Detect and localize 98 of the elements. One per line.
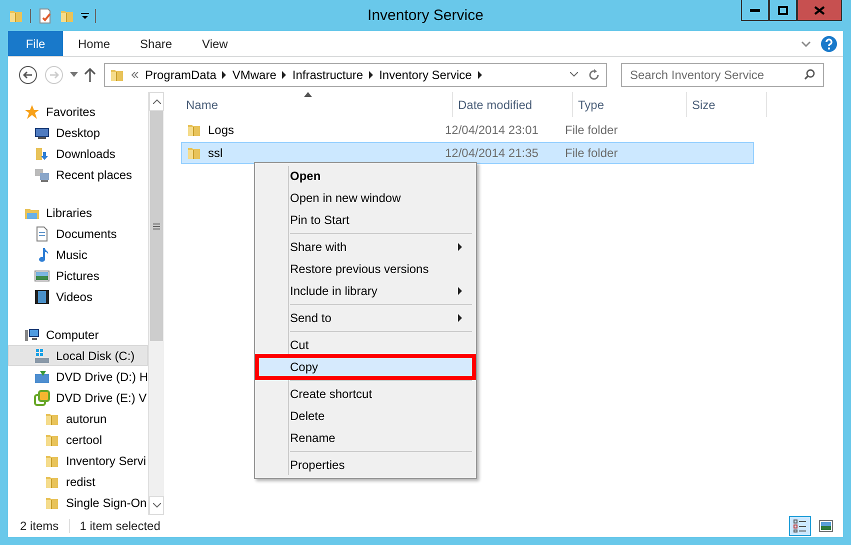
- menu-item[interactable]: Properties: [257, 454, 474, 476]
- menu-item[interactable]: Copy: [257, 356, 474, 378]
- nav-item[interactable]: DVD Drive (D:) H: [8, 366, 148, 387]
- properties-icon[interactable]: [37, 8, 53, 24]
- ribbon-tab[interactable]: Home: [63, 31, 126, 56]
- folder-icon: [186, 122, 202, 138]
- close-button[interactable]: [797, 0, 842, 21]
- column-header[interactable]: Date modified: [453, 92, 573, 117]
- breadcrumb[interactable]: Inventory Service: [379, 68, 472, 82]
- file-name: Logs: [208, 123, 234, 137]
- minimize-icon: [750, 8, 760, 12]
- document-icon: [34, 226, 50, 242]
- maximize-button[interactable]: [769, 0, 797, 21]
- search-icon: [804, 68, 815, 80]
- menu-item[interactable]: Open in new window: [257, 187, 474, 209]
- menu-item[interactable]: Send to: [257, 307, 474, 329]
- menu-item[interactable]: Create shortcut: [257, 383, 474, 405]
- breadcrumb[interactable]: VMware: [232, 68, 276, 82]
- menu-item[interactable]: Open: [257, 165, 474, 187]
- column-header[interactable]: Size: [687, 92, 767, 117]
- nav-item[interactable]: certool: [8, 429, 148, 450]
- folder-icon: [186, 145, 202, 161]
- recent-places-icon: [34, 166, 50, 182]
- menu-item[interactable]: Share with: [257, 236, 474, 258]
- nav-item[interactable]: Desktop: [8, 122, 148, 143]
- scroll-down-button[interactable]: [149, 496, 164, 515]
- breadcrumb[interactable]: Infrastructure: [292, 68, 364, 82]
- overflow-icon: [131, 72, 139, 78]
- nav-item[interactable]: Inventory Servi: [8, 450, 148, 471]
- file-row[interactable]: Logs 12/04/2014 23:01 File folder: [181, 119, 754, 141]
- drive-icon: [34, 348, 50, 364]
- picture-icon: [34, 268, 50, 284]
- nav-item[interactable]: Local Disk (C:): [8, 345, 148, 366]
- film-icon: [34, 288, 50, 304]
- help-icon[interactable]: [821, 36, 837, 52]
- nav-item[interactable]: Favorites: [8, 101, 148, 122]
- sort-arrow-icon: [304, 92, 312, 97]
- grip-icon: [153, 222, 160, 230]
- menu-item[interactable]: Cut: [257, 334, 474, 356]
- file-type: File folder: [564, 123, 619, 137]
- scrollbar-thumb[interactable]: [150, 111, 163, 341]
- maximize-icon: [778, 6, 788, 14]
- nav-item[interactable]: Recent places: [8, 164, 148, 185]
- close-icon: [814, 6, 825, 14]
- date-modified: 12/04/2014 21:35: [444, 146, 540, 160]
- menu-item[interactable]: Pin to Start: [257, 209, 474, 231]
- dropdown-icon[interactable]: [570, 72, 578, 77]
- nav-item[interactable]: Single Sign-On: [8, 492, 148, 513]
- selection-count: 1 item selected: [80, 519, 160, 533]
- ribbon-tab[interactable]: Share: [125, 31, 188, 56]
- computer-icon: [24, 326, 40, 342]
- details-view-button[interactable]: [789, 516, 811, 536]
- file-menu-tab[interactable]: File: [8, 31, 63, 56]
- submenu-arrow-icon: [458, 314, 462, 322]
- submenu-arrow-icon: [458, 243, 462, 251]
- up-caret-icon: [152, 99, 160, 104]
- menu-item[interactable]: Restore previous versions: [257, 258, 474, 280]
- nav-item[interactable]: Videos: [8, 286, 148, 307]
- ribbon-tab[interactable]: View: [187, 31, 243, 56]
- breadcrumb-arrow-icon[interactable]: [282, 70, 286, 78]
- submenu-arrow-icon: [458, 287, 462, 295]
- nav-item[interactable]: DVD Drive (E:) V: [8, 387, 148, 408]
- menu-item[interactable]: Delete: [257, 405, 474, 427]
- item-count: 2 items: [20, 519, 59, 533]
- file-type: File folder: [564, 146, 619, 160]
- breadcrumb-arrow-icon[interactable]: [369, 70, 374, 78]
- menu-item[interactable]: Include in library: [257, 280, 474, 302]
- back-button[interactable]: [18, 64, 38, 84]
- menu-item[interactable]: Rename: [257, 427, 474, 449]
- dropdown-icon[interactable]: [81, 12, 89, 20]
- nav-item[interactable]: Downloads: [8, 143, 148, 164]
- column-header[interactable]: Name: [181, 92, 453, 117]
- file-row[interactable]: ssl 12/04/2014 21:35 File folder: [181, 142, 754, 164]
- minimize-button[interactable]: [741, 0, 769, 21]
- down-caret-icon: [152, 503, 160, 508]
- up-arrow-icon[interactable]: [84, 68, 96, 82]
- nav-item[interactable]: Computer: [8, 324, 148, 345]
- column-header[interactable]: Type: [573, 92, 687, 117]
- nav-item[interactable]: redist: [8, 471, 148, 492]
- recent-locations-icon[interactable]: [70, 72, 78, 77]
- star-icon: [24, 104, 40, 120]
- file-name: ssl: [208, 146, 223, 160]
- nav-item[interactable]: autorun: [8, 408, 148, 429]
- scroll-up-button[interactable]: [149, 92, 164, 111]
- address-bar[interactable]: ProgramData VMware Infrastructure Inventory Service: [104, 62, 607, 86]
- breadcrumb-arrow-icon[interactable]: [478, 70, 482, 78]
- breadcrumb-arrow-icon[interactable]: [222, 70, 226, 78]
- nav-item[interactable]: Libraries: [8, 202, 148, 223]
- window-title: Inventory Service: [368, 7, 484, 24]
- chevron-icon[interactable]: [801, 40, 811, 46]
- date-modified: 12/04/2014 23:01: [444, 123, 540, 137]
- nav-item[interactable]: Pictures: [8, 265, 148, 286]
- nav-item[interactable]: Music: [8, 244, 148, 265]
- search-field[interactable]: Search Inventory Service: [621, 62, 824, 86]
- nav-item[interactable]: Documents: [8, 223, 148, 244]
- refresh-icon[interactable]: [588, 68, 600, 80]
- download-folder-icon: [34, 146, 50, 162]
- breadcrumb[interactable]: ProgramData: [145, 68, 216, 82]
